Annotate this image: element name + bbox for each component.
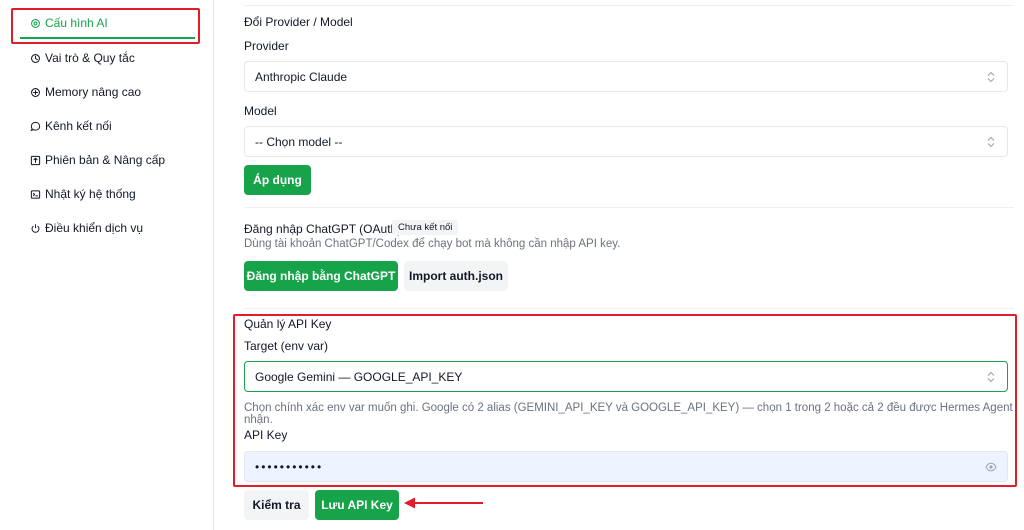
terminal-icon — [30, 189, 41, 200]
annotation-arrow-icon — [404, 497, 483, 509]
provider-label: Provider — [244, 39, 289, 53]
chat-bubble-icon — [30, 121, 41, 132]
divider — [244, 5, 1014, 6]
model-select-value: -- Chọn model -- — [255, 134, 343, 149]
sidebar-item-versions[interactable]: Phiên bản & Nâng cấp — [30, 153, 165, 167]
sidebar-item-label: Vai trò & Quy tắc — [45, 51, 135, 65]
sidebar-item-service-control[interactable]: Điều khiển dịch vụ — [30, 221, 143, 235]
sidebar: Cấu hình AI Vai trò & Quy tắc Memory nân… — [0, 0, 214, 530]
save-api-key-button[interactable]: Lưu API Key — [315, 490, 399, 520]
chatgpt-login-button[interactable]: Đăng nhập bằng ChatGPT — [244, 261, 398, 291]
model-label: Model — [244, 104, 277, 118]
provider-section-title: Đổi Provider / Model — [244, 15, 353, 29]
oauth-description: Dùng tài khoản ChatGPT/Codex để chạy bot… — [244, 238, 621, 250]
provider-select-value: Anthropic Claude — [255, 69, 348, 84]
sidebar-item-channels[interactable]: Kênh kết nối — [30, 119, 112, 133]
chevron-up-down-icon — [987, 71, 995, 83]
upgrade-icon — [30, 155, 41, 166]
sidebar-item-roles[interactable]: Vai trò & Quy tắc — [30, 51, 135, 65]
sidebar-item-label: Nhật ký hệ thống — [45, 187, 136, 201]
model-select[interactable]: -- Chọn model -- — [244, 126, 1008, 157]
import-auth-button[interactable]: Import auth.json — [404, 261, 508, 291]
apply-button[interactable]: Áp dụng — [244, 165, 311, 195]
check-key-button[interactable]: Kiểm tra — [244, 490, 309, 520]
sidebar-item-label: Kênh kết nối — [45, 119, 112, 133]
sidebar-item-label: Điều khiển dịch vụ — [45, 221, 144, 235]
power-icon — [30, 223, 41, 234]
sidebar-item-system-log[interactable]: Nhật ký hệ thống — [30, 187, 136, 201]
provider-select[interactable]: Anthropic Claude — [244, 61, 1008, 92]
divider — [244, 308, 1014, 309]
highlight-annotation-box — [11, 8, 200, 44]
oauth-section-title: Đăng nhập ChatGPT (OAuth) — [244, 222, 402, 236]
chevron-up-down-icon — [987, 136, 995, 148]
memory-icon — [30, 87, 41, 98]
highlight-annotation-box — [233, 314, 1017, 487]
status-badge: Chưa kết nối — [392, 220, 459, 235]
divider — [244, 207, 1014, 208]
sidebar-item-label: Phiên bản & Nâng cấp — [45, 153, 166, 167]
sidebar-item-memory[interactable]: Memory nâng cao — [30, 85, 141, 99]
sidebar-item-label: Memory nâng cao — [45, 85, 142, 99]
role-icon — [30, 53, 41, 64]
